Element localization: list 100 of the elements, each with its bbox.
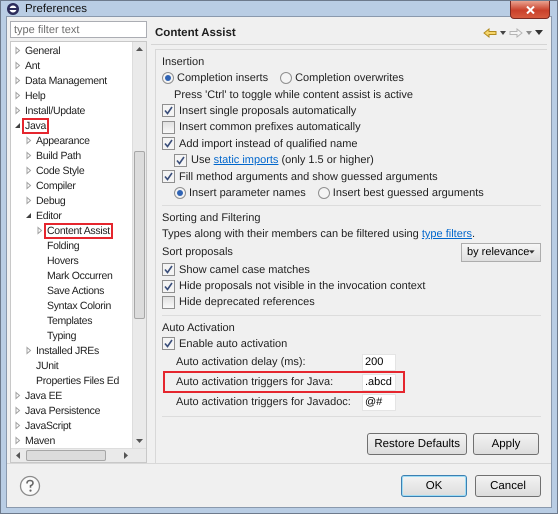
scroll-up-icon[interactable] <box>136 47 143 51</box>
tree-item[interactable]: Help <box>24 90 46 102</box>
scroll-right-icon[interactable] <box>124 452 128 459</box>
checkbox-label: Insert common prefixes automatically <box>179 121 361 134</box>
collapsed-arrow-icon[interactable] <box>13 391 22 400</box>
scroll-thumb[interactable] <box>26 450 106 461</box>
tree-item[interactable]: Properties Files Ed <box>35 374 120 386</box>
expanded-arrow-icon[interactable] <box>24 211 33 220</box>
checkbox[interactable] <box>162 280 175 293</box>
sort-label: Sort proposals <box>162 246 233 258</box>
collapsed-arrow-icon[interactable] <box>13 46 22 55</box>
window-title: Preferences <box>25 2 88 14</box>
tree-item[interactable]: Templates <box>46 314 94 326</box>
tree-item[interactable]: Hovers <box>46 254 80 266</box>
static-imports-link[interactable]: static imports <box>214 154 278 166</box>
checkbox[interactable] <box>162 137 175 150</box>
tree-item[interactable]: Java EE <box>24 390 64 402</box>
tree-item[interactable]: Ant <box>24 60 41 72</box>
tree-item[interactable]: Java <box>24 120 47 132</box>
tree-item[interactable]: Build Path <box>35 150 82 162</box>
cancel-button[interactable]: Cancel <box>475 474 541 496</box>
page-button[interactable]: Apply <box>473 433 539 455</box>
tree-item[interactable]: Editor <box>35 210 63 222</box>
tree-item[interactable]: Code Style <box>35 164 86 176</box>
collapsed-arrow-icon[interactable] <box>24 181 33 190</box>
checkbox-label: Fill method arguments and show guessed arguments <box>179 170 438 183</box>
tree-item[interactable]: Data Management <box>24 74 108 86</box>
close-button[interactable] <box>510 1 550 19</box>
radio-button[interactable] <box>318 186 330 199</box>
tree-item[interactable]: Appearance <box>35 134 91 146</box>
collapsed-arrow-icon[interactable] <box>13 406 22 415</box>
tree-item[interactable]: Folding <box>46 240 80 252</box>
checkbox[interactable] <box>162 104 175 118</box>
page-button[interactable]: Restore Defaults <box>367 433 467 455</box>
page-title: Content Assist <box>155 26 236 38</box>
checkbox-label: Add import instead of qualified name <box>179 138 358 150</box>
tree-item[interactable]: General <box>24 44 62 56</box>
sort-dropdown[interactable]: by relevance <box>461 242 541 262</box>
tree-item[interactable]: Save Actions <box>46 284 106 296</box>
horizontal-scrollbar[interactable] <box>11 448 146 462</box>
type-filters-link[interactable]: type filters <box>422 228 472 240</box>
collapsed-arrow-icon[interactable] <box>24 346 33 355</box>
checkbox[interactable] <box>162 296 175 309</box>
scroll-left-icon[interactable] <box>16 452 20 459</box>
tree-item[interactable]: Installed JREs <box>35 344 100 356</box>
scroll-thumb[interactable] <box>134 151 145 319</box>
field-label: Auto activation delay (ms): <box>176 356 307 368</box>
radio-label: Insert parameter names <box>189 186 306 199</box>
tree-item[interactable]: Compiler <box>35 180 77 192</box>
tree-item[interactable]: Install/Update <box>24 104 86 116</box>
input-field[interactable]: .abcd <box>362 374 396 391</box>
help-icon <box>19 474 41 496</box>
input-field[interactable]: 200 <box>362 354 396 371</box>
input-field[interactable]: @# <box>362 394 396 411</box>
radio-button[interactable] <box>280 72 292 84</box>
checkbox-label: Insert single proposals automatically <box>179 104 356 117</box>
description-text: Types along with their members can be filtered using type filters. <box>162 228 476 240</box>
collapsed-arrow-icon[interactable] <box>24 151 33 160</box>
tree-item[interactable]: Typing <box>46 330 78 342</box>
checkbox-label: Hide proposals not visible in the invocation context <box>179 280 426 292</box>
section-title: Sorting and Filtering <box>162 211 262 226</box>
collapsed-arrow-icon[interactable] <box>35 226 44 235</box>
radio-button[interactable] <box>174 186 186 199</box>
expanded-arrow-icon[interactable] <box>13 121 22 130</box>
tree-item[interactable]: Mark Occurren <box>46 270 114 282</box>
checkbox-label: Use static imports (only 1.5 or higher) <box>191 154 374 166</box>
collapsed-arrow-icon[interactable] <box>24 166 33 175</box>
radio-label: Insert best guessed arguments <box>332 186 484 199</box>
tree-item[interactable]: Java Persistence <box>24 404 102 416</box>
collapsed-arrow-icon[interactable] <box>13 61 22 70</box>
caret-icon <box>529 250 535 254</box>
help-button[interactable] <box>19 474 41 496</box>
radio-button[interactable] <box>162 72 174 84</box>
checkbox-label: Enable auto activation <box>179 338 288 350</box>
collapsed-arrow-icon[interactable] <box>13 436 22 445</box>
collapsed-arrow-icon[interactable] <box>13 76 22 85</box>
checkbox[interactable] <box>162 120 175 134</box>
tree-item[interactable]: Content Assist <box>46 224 111 236</box>
menu-dropdown-icon[interactable] <box>535 30 543 35</box>
tree-item[interactable]: Syntax Colorin <box>46 300 112 312</box>
collapsed-arrow-icon[interactable] <box>24 136 33 145</box>
scroll-down-icon[interactable] <box>136 439 143 443</box>
collapsed-arrow-icon[interactable] <box>13 421 22 430</box>
checkbox[interactable] <box>162 337 175 350</box>
dropdown-icon[interactable] <box>500 30 506 34</box>
tree-item[interactable]: JavaScript <box>24 420 72 432</box>
filter-field[interactable]: type filter text <box>10 21 147 38</box>
vertical-scrollbar[interactable] <box>132 42 146 448</box>
tree-item[interactable]: Maven <box>24 434 56 446</box>
close-icon <box>526 6 534 14</box>
checkbox[interactable] <box>162 263 175 276</box>
collapsed-arrow-icon[interactable] <box>13 106 22 115</box>
checkbox[interactable] <box>162 170 175 184</box>
collapsed-arrow-icon[interactable] <box>24 196 33 205</box>
collapsed-arrow-icon[interactable] <box>13 91 22 100</box>
checkbox[interactable] <box>174 154 187 167</box>
section-title: Auto Activation <box>162 320 236 336</box>
tree-item[interactable]: JUnit <box>35 360 60 372</box>
ok-button[interactable]: OK <box>401 474 467 496</box>
tree-item[interactable]: Debug <box>35 194 66 206</box>
